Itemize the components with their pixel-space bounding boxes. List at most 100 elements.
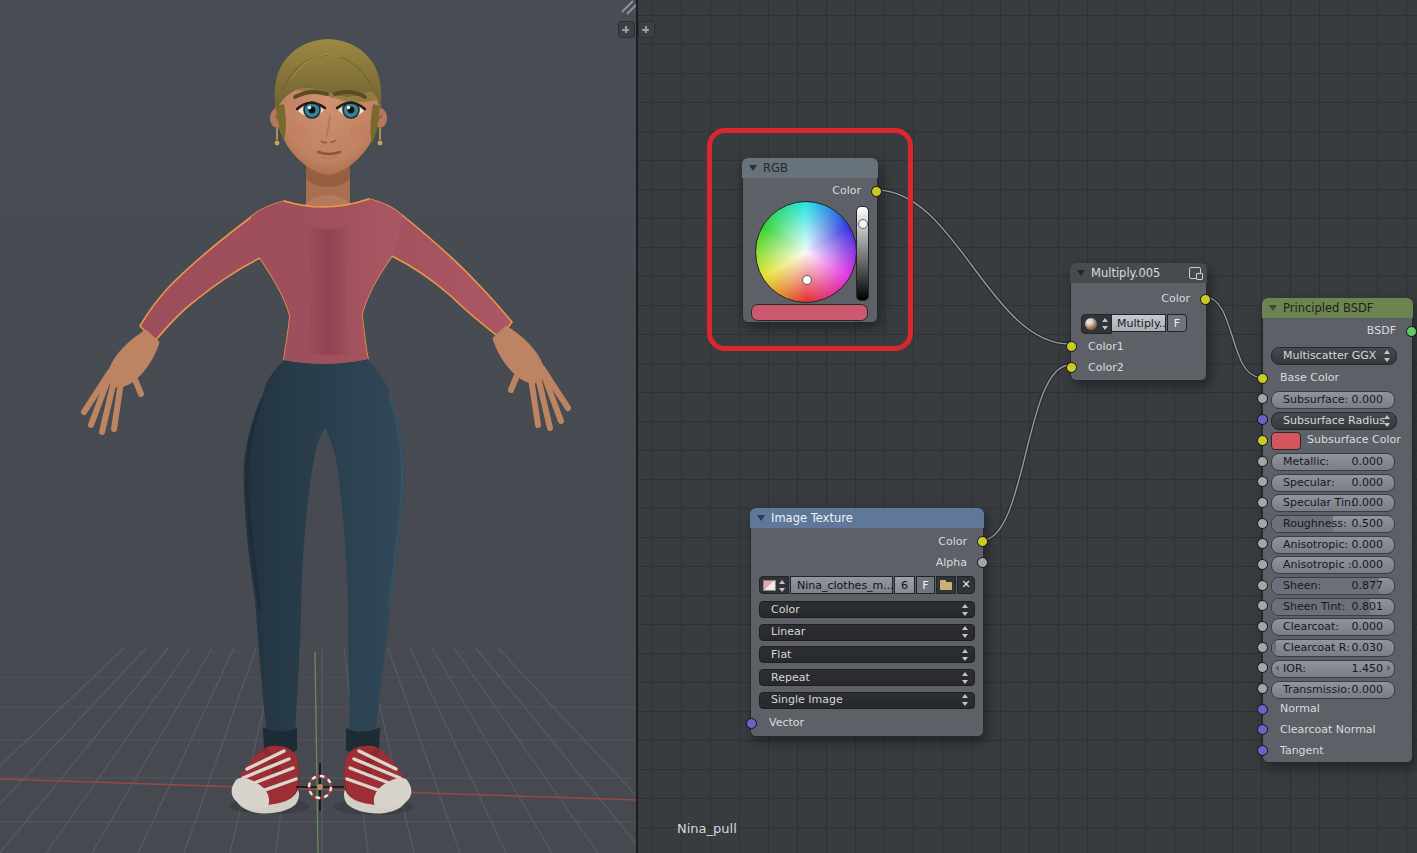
- principled-slider-subsurface[interactable]: Subsurface:0.000: [1271, 391, 1395, 409]
- principled-slider-ior[interactable]: IOR:1.450: [1271, 660, 1395, 678]
- principled-slider-specular-tin[interactable]: Specular Tin:0.000: [1271, 494, 1395, 512]
- collapse-triangle-icon[interactable]: [1077, 270, 1085, 276]
- image-name-field[interactable]: Nina_clothes_m...: [790, 576, 893, 594]
- principled-input-socket-transmissio[interactable]: [1257, 683, 1268, 694]
- principled-input-socket-tangent[interactable]: [1257, 745, 1268, 756]
- principled-input-socket-sheen[interactable]: [1257, 580, 1268, 591]
- principled-input-socket-subsurface-color[interactable]: [1257, 435, 1268, 446]
- principled-input-socket-base-color[interactable]: [1257, 373, 1268, 384]
- node-principled-header[interactable]: Principled BSDF: [1262, 298, 1413, 318]
- imagetex-output-color-label: Color: [938, 535, 967, 548]
- subsurface-color-swatch[interactable]: [1271, 432, 1301, 450]
- collapse-triangle-icon[interactable]: [757, 515, 765, 521]
- region-divider[interactable]: [636, 0, 638, 853]
- principled-slider-anisotropic[interactable]: Anisotropic:0.000: [1271, 536, 1395, 554]
- principled-input-socket-clearcoat-r[interactable]: [1257, 642, 1268, 653]
- imagetex-input-vector-socket[interactable]: [746, 718, 757, 729]
- fake-user-label: F: [1174, 317, 1180, 330]
- imagetex-output-color-socket[interactable]: [977, 536, 988, 547]
- principled-slider-sheen[interactable]: Sheen:0.877: [1271, 577, 1395, 595]
- fake-user-label: F: [922, 579, 928, 592]
- principled-input-socket-subsurface[interactable]: [1257, 393, 1268, 404]
- image-datablock-icon-button[interactable]: [759, 576, 789, 594]
- slider-label: Subsurface:: [1283, 393, 1348, 407]
- stepper-arrows-icon: [779, 580, 786, 592]
- image-fake-user-button[interactable]: F: [916, 576, 935, 594]
- node-principled-bsdf[interactable]: Principled BSDF BSDF Multiscatter GGX Bas…: [1262, 298, 1413, 763]
- principled-output-socket-bsdf[interactable]: [1406, 326, 1417, 337]
- principled-input-socket-anisotropic[interactable]: [1257, 538, 1268, 549]
- slider-label: Clearcoat R:: [1283, 641, 1350, 655]
- slider-value: 0.500: [1352, 517, 1384, 531]
- imagetex-dropdown-single-image[interactable]: Single Image: [759, 692, 975, 709]
- principled-input-socket-subsurface-radius[interactable]: [1257, 414, 1268, 425]
- node-tree-label: Nina_pull: [677, 821, 737, 836]
- multiply-input2-label: Color2: [1088, 361, 1124, 374]
- principled-label-clearcoat-normal: Clearcoat Normal: [1280, 723, 1376, 736]
- collapse-triangle-icon[interactable]: [1269, 305, 1277, 311]
- image-users-count: 6: [901, 579, 908, 592]
- principled-input-socket-anisotropic[interactable]: [1257, 559, 1268, 570]
- multiply-output-socket-color[interactable]: [1200, 294, 1211, 305]
- viewport-expand-icon[interactable]: [618, 21, 635, 38]
- editor-expand-icon[interactable]: [638, 21, 655, 38]
- multiply-input1-socket[interactable]: [1066, 341, 1077, 352]
- open-image-button[interactable]: [936, 576, 956, 594]
- image-users-button[interactable]: 6: [894, 576, 915, 594]
- dropdown-arrows-icon: [962, 626, 969, 638]
- value-arrow-right-icon[interactable]: [1387, 665, 1391, 671]
- principled-dropdown-3[interactable]: Subsurface Radius: [1271, 412, 1397, 430]
- principled-slider-transmissio[interactable]: Transmissio:0.000: [1271, 681, 1395, 699]
- imagetex-dropdown-flat[interactable]: Flat: [759, 646, 975, 663]
- principled-slider-specular[interactable]: Specular:0.000: [1271, 474, 1395, 492]
- principled-slider-sheen-tint[interactable]: Sheen Tint:0.801: [1271, 598, 1395, 616]
- imagetex-dropdown-linear[interactable]: Linear: [759, 624, 975, 641]
- imagetex-dropdown-repeat[interactable]: Repeat: [759, 669, 975, 686]
- slider-value: 0.000: [1352, 558, 1384, 572]
- image-icon: [763, 580, 776, 591]
- principled-label-base-color: Base Color: [1280, 371, 1339, 384]
- node-multiply-header[interactable]: Multiply.005: [1070, 263, 1207, 283]
- image-name: Nina_clothes_m...: [797, 579, 894, 592]
- fake-user-button[interactable]: F: [1167, 314, 1187, 332]
- node-image-texture[interactable]: Image Texture Color Alpha Nina_clothes_m…: [750, 508, 984, 737]
- slider-label: IOR:: [1283, 662, 1306, 676]
- node-multiply-title: Multiply.005: [1091, 266, 1160, 280]
- node-image-texture-header[interactable]: Image Texture: [750, 508, 984, 528]
- principled-input-socket-clearcoat[interactable]: [1257, 621, 1268, 632]
- slider-fill: [1272, 640, 1276, 656]
- dropdown-label: Flat: [771, 648, 791, 662]
- dropdown-label: Single Image: [771, 693, 843, 707]
- slider-value: 0.000: [1352, 683, 1384, 697]
- value-arrow-left-icon[interactable]: [1275, 665, 1279, 671]
- blend-icon-button[interactable]: [1081, 314, 1112, 334]
- principled-slider-clearcoat[interactable]: Clearcoat:0.000: [1271, 618, 1395, 636]
- imagetex-dropdown-color[interactable]: Color: [759, 601, 975, 618]
- slider-value: 0.801: [1352, 600, 1384, 614]
- principled-slider-metallic[interactable]: Metallic:0.000: [1271, 453, 1395, 471]
- principled-input-socket-roughness[interactable]: [1257, 518, 1268, 529]
- unlink-image-button[interactable]: ✕: [957, 576, 975, 594]
- viewport-3d[interactable]: [0, 0, 637, 853]
- multiply-input2-socket[interactable]: [1066, 362, 1077, 373]
- principled-slider-anisotropic[interactable]: Anisotropic :0.000: [1271, 556, 1395, 574]
- node-multiply[interactable]: Multiply.005 Color Multiply.... F Color1…: [1070, 263, 1207, 381]
- folder-icon: [940, 582, 952, 590]
- blend-mode-dropdown[interactable]: Multiply....: [1111, 314, 1166, 332]
- principled-input-socket-specular-tin[interactable]: [1257, 497, 1268, 508]
- principled-dropdown-0[interactable]: Multiscatter GGX: [1271, 347, 1397, 365]
- principled-output-label: BSDF: [1367, 324, 1396, 337]
- principled-input-socket-ior[interactable]: [1257, 662, 1268, 673]
- principled-input-socket-metallic[interactable]: [1257, 456, 1268, 467]
- node-icon-dot: [1196, 273, 1203, 280]
- principled-input-socket-specular[interactable]: [1257, 476, 1268, 487]
- close-icon: ✕: [961, 578, 970, 591]
- principled-slider-roughness[interactable]: Roughness:0.500: [1271, 515, 1395, 533]
- principled-input-socket-normal[interactable]: [1257, 704, 1268, 715]
- slider-label: Specular Tin:: [1283, 496, 1355, 510]
- principled-slider-clearcoat-r[interactable]: Clearcoat R:0.030: [1271, 639, 1395, 657]
- imagetex-output-alpha-socket[interactable]: [977, 557, 988, 568]
- dropdown-label: Color: [771, 603, 800, 617]
- principled-input-socket-clearcoat-normal[interactable]: [1257, 724, 1268, 735]
- principled-input-socket-sheen-tint[interactable]: [1257, 600, 1268, 611]
